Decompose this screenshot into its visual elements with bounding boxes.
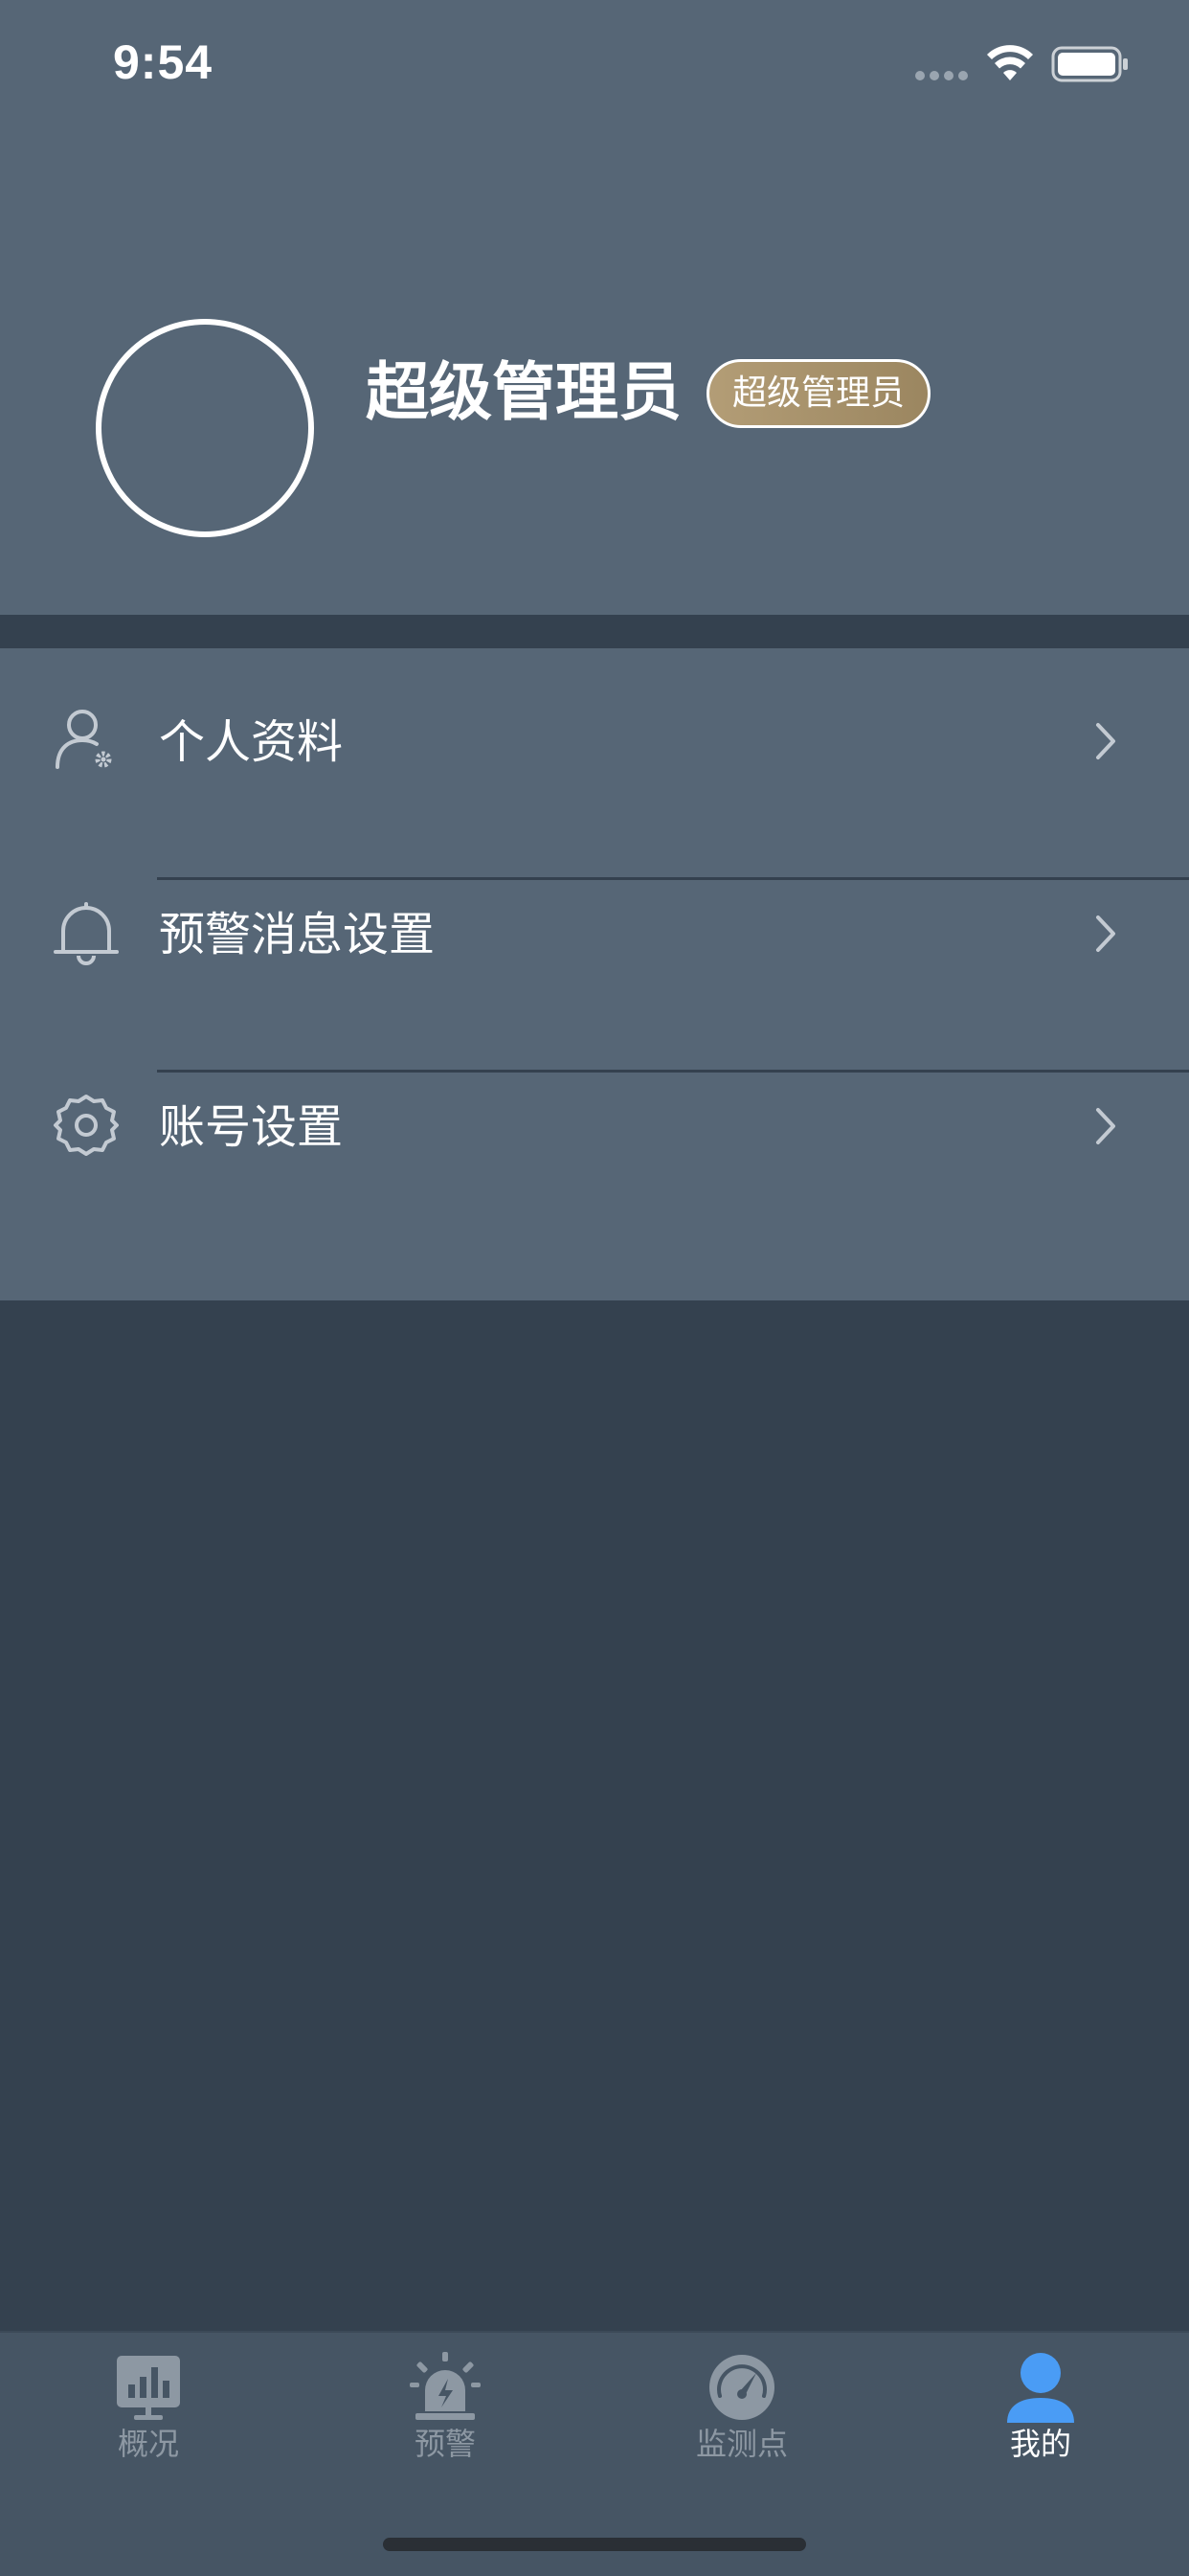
user-name: 超级管理员 <box>366 355 682 429</box>
cellular-signal-icon <box>915 71 969 80</box>
menu-item-profile[interactable]: 个人资料 <box>0 648 1189 841</box>
tab-label: 预警 <box>414 2426 476 2462</box>
alarm-light-icon <box>410 2352 481 2420</box>
tab-label: 概况 <box>117 2426 179 2462</box>
status-time: 9:54 <box>113 35 213 89</box>
chart-monitor-icon <box>117 2356 180 2420</box>
gear-icon <box>54 1095 119 1156</box>
chevron-right-icon <box>1096 1108 1115 1144</box>
battery-icon <box>1051 46 1128 82</box>
home-indicator <box>383 2538 806 2551</box>
menu-item-alert-settings[interactable]: 预警消息设置 <box>0 841 1189 1033</box>
tab-monitoring-points[interactable]: 监测点 <box>594 2333 890 2486</box>
menu-item-label: 账号设置 <box>159 1100 344 1154</box>
tab-label: 我的 <box>1009 2426 1071 2462</box>
avatar[interactable] <box>96 319 314 537</box>
wifi-icon <box>987 45 1033 80</box>
tab-alerts[interactable]: 预警 <box>297 2333 594 2486</box>
chevron-right-icon <box>1096 915 1115 952</box>
tab-mine[interactable]: 我的 <box>892 2333 1189 2486</box>
role-badge: 超级管理员 <box>707 359 931 428</box>
profile-header: 9:54 超级管理员 超级管理员 <box>0 0 1189 615</box>
menu-item-label: 预警消息设置 <box>159 908 436 961</box>
user-settings-icon <box>56 710 112 769</box>
menu-item-label: 个人资料 <box>159 715 344 769</box>
settings-menu: 个人资料 预警消息设置 账号设置 <box>0 648 1189 1300</box>
person-icon <box>1007 2353 1074 2423</box>
gauge-icon <box>709 2355 774 2420</box>
bell-icon <box>54 902 119 965</box>
menu-item-account-settings[interactable]: 账号设置 <box>0 1033 1189 1226</box>
chevron-right-icon <box>1096 723 1115 759</box>
tab-label: 监测点 <box>695 2426 788 2462</box>
tab-overview[interactable]: 概况 <box>0 2333 297 2486</box>
